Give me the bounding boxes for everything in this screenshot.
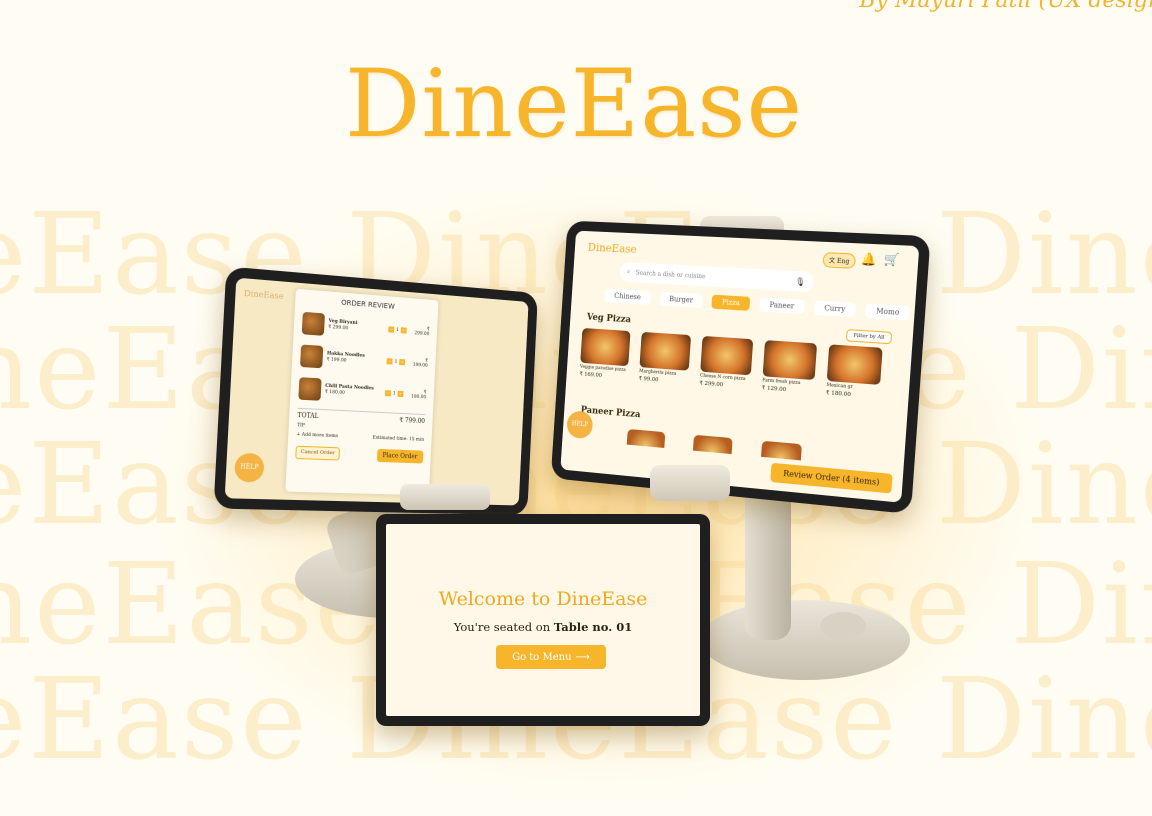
decrement-button[interactable]: − bbox=[386, 358, 393, 365]
tablet-menu: DineEase 文 Eng 🔔 🛒 ⌕ Search a dish or cu… bbox=[550, 220, 931, 515]
order-item: Chili Pasta Noodles ₹ 180.00 − 1 + ₹ 180… bbox=[298, 375, 427, 408]
dish-thumbnail bbox=[298, 377, 322, 401]
dish-price: ₹ 99.00 bbox=[638, 375, 659, 384]
arrow-right-icon: ⟶ bbox=[575, 651, 590, 663]
dish-image bbox=[639, 331, 692, 371]
dish-card[interactable]: Mexican gr ₹ 180.00 bbox=[826, 344, 883, 400]
bell-icon[interactable]: 🔔 bbox=[860, 252, 876, 267]
tablet-screen: DineEase 文 Eng 🔔 🛒 ⌕ Search a dish or cu… bbox=[560, 230, 920, 503]
language-value: Eng bbox=[836, 257, 850, 266]
tablet-order-review: DineEase ORDER REVIEW Veg Biryani ₹ 299.… bbox=[213, 266, 538, 516]
dish-list: Veggie paradise pizza ₹ 169.00 Margherit… bbox=[579, 327, 883, 400]
tablet-welcome: Welcome to DineEase You're seated on Tab… bbox=[376, 514, 710, 726]
dish-image[interactable] bbox=[626, 428, 666, 448]
order-item-qty: 1 bbox=[396, 327, 400, 333]
dish-thumbnail bbox=[301, 311, 325, 336]
stand-clamp-left bbox=[400, 484, 490, 510]
welcome-title: Welcome to DineEase bbox=[438, 588, 648, 610]
order-meta-row: + Add more items Estimated time: 15 min bbox=[296, 432, 424, 442]
total-value: ₹ 799.00 bbox=[399, 416, 426, 425]
seated-text: You're seated on bbox=[453, 620, 554, 634]
filter-value: All bbox=[877, 334, 885, 341]
tip-label: TIP bbox=[296, 423, 305, 429]
tab-paneer[interactable]: Paneer bbox=[759, 297, 805, 315]
decrement-button[interactable]: − bbox=[385, 390, 392, 397]
order-actions: Cancel Order Place Order bbox=[295, 445, 424, 464]
increment-button[interactable]: + bbox=[397, 390, 404, 398]
language-select[interactable]: 文 Eng bbox=[822, 251, 857, 269]
dish-image bbox=[700, 335, 754, 376]
dish-thumbnail bbox=[299, 344, 324, 369]
dish-card[interactable]: Cheese N corn pizza ₹ 299.00 bbox=[699, 335, 754, 390]
search-placeholder: Search a dish or cuisine bbox=[635, 269, 706, 280]
search-input[interactable]: ⌕ Search a dish or cuisine 🎙 bbox=[618, 261, 814, 293]
go-to-menu-label: Go to Menu bbox=[512, 651, 572, 663]
tab-momo[interactable]: Momo bbox=[865, 303, 911, 321]
dish-card[interactable]: Margherita pizza ₹ 99.00 bbox=[638, 331, 692, 386]
dish-price: ₹ 299.00 bbox=[699, 380, 724, 389]
filter-dropdown[interactable]: Filter by All bbox=[845, 329, 893, 345]
filter-label: Filter by bbox=[853, 332, 876, 341]
tablet-screen: DineEase ORDER REVIEW Veg Biryani ₹ 299.… bbox=[224, 277, 529, 506]
translate-icon: 文 bbox=[828, 257, 836, 265]
review-order-button[interactable]: Review Order (4 items) bbox=[770, 462, 893, 494]
quantity-stepper[interactable]: − 1 + bbox=[388, 326, 407, 334]
dish-card[interactable]: Farm fresh pizza ₹ 129.00 bbox=[762, 340, 818, 395]
dish-price: ₹ 129.00 bbox=[761, 385, 787, 394]
dish-image bbox=[762, 340, 818, 381]
dish-price: ₹ 180.00 bbox=[825, 390, 852, 399]
dish-image bbox=[580, 327, 631, 367]
quantity-stepper[interactable]: − 1 + bbox=[386, 358, 406, 366]
decrement-button[interactable]: − bbox=[388, 326, 395, 333]
tablet-screen: Welcome to DineEase You're seated on Tab… bbox=[386, 524, 700, 716]
stand-knob-right bbox=[820, 612, 866, 640]
tab-burger[interactable]: Burger bbox=[659, 291, 704, 309]
order-line-total: ₹ 199.00 bbox=[412, 358, 429, 369]
dish-image[interactable] bbox=[692, 434, 733, 455]
stand-base-right bbox=[700, 600, 910, 680]
help-button[interactable]: HELP bbox=[233, 452, 265, 483]
order-total-row: TOTAL ₹ 799.00 bbox=[297, 407, 426, 425]
quantity-stepper[interactable]: − 1 + bbox=[385, 390, 404, 398]
tab-curry[interactable]: Curry bbox=[813, 300, 856, 318]
brand-ghost: DineEase bbox=[243, 288, 284, 302]
table-number: Table no. 01 bbox=[553, 620, 633, 634]
go-to-menu-button[interactable]: Go to Menu ⟶ bbox=[496, 645, 606, 669]
cart-icon[interactable]: 🛒 bbox=[883, 252, 900, 267]
category-tabs: Chinese Burger Pizza Paneer Curry Momo bbox=[604, 288, 911, 321]
tab-chinese[interactable]: Chinese bbox=[604, 288, 651, 305]
total-label: TOTAL bbox=[297, 411, 319, 421]
author-credit: By Mayuri Patil (UX design bbox=[859, 0, 1152, 13]
dish-card[interactable]: Veggie paradise pizza ₹ 169.00 bbox=[579, 327, 631, 381]
order-line-total: ₹ 299.00 bbox=[414, 327, 430, 338]
dish-image bbox=[826, 344, 883, 385]
search-icon: ⌕ bbox=[626, 268, 631, 276]
order-item: Veg Biryani ₹ 299.00 − 1 + ₹ 299.00 bbox=[301, 310, 430, 345]
order-item-qty: 1 bbox=[394, 359, 398, 365]
order-line-total: ₹ 180.00 bbox=[411, 390, 427, 401]
place-order-button[interactable]: Place Order bbox=[376, 448, 424, 464]
add-more-link[interactable]: + Add more items bbox=[296, 432, 338, 439]
increment-button[interactable]: + bbox=[399, 359, 406, 366]
dish-image[interactable] bbox=[761, 440, 802, 461]
section-title: Veg Pizza bbox=[586, 312, 632, 326]
stand-clamp-bottom bbox=[650, 465, 730, 501]
dish-list bbox=[626, 428, 802, 461]
order-review-panel: ORDER REVIEW Veg Biryani ₹ 299.00 − 1 + … bbox=[285, 288, 439, 496]
cancel-order-button[interactable]: Cancel Order bbox=[295, 445, 341, 461]
menu-brand-logo: DineEase bbox=[587, 240, 638, 256]
increment-button[interactable]: + bbox=[400, 327, 407, 334]
tab-pizza[interactable]: Pizza bbox=[711, 294, 751, 311]
estimated-time: Estimated time: 15 min bbox=[372, 435, 425, 443]
order-item: Hakka Noodles ₹ 199.00 − 1 + ₹ 199.00 bbox=[299, 342, 429, 376]
brand-title: DineEase bbox=[345, 50, 804, 159]
order-item-qty: 1 bbox=[392, 391, 396, 397]
dish-price: ₹ 169.00 bbox=[579, 371, 603, 379]
table-info: You're seated on Table no. 01 bbox=[386, 620, 700, 634]
mic-icon[interactable]: 🎙 bbox=[795, 277, 806, 287]
